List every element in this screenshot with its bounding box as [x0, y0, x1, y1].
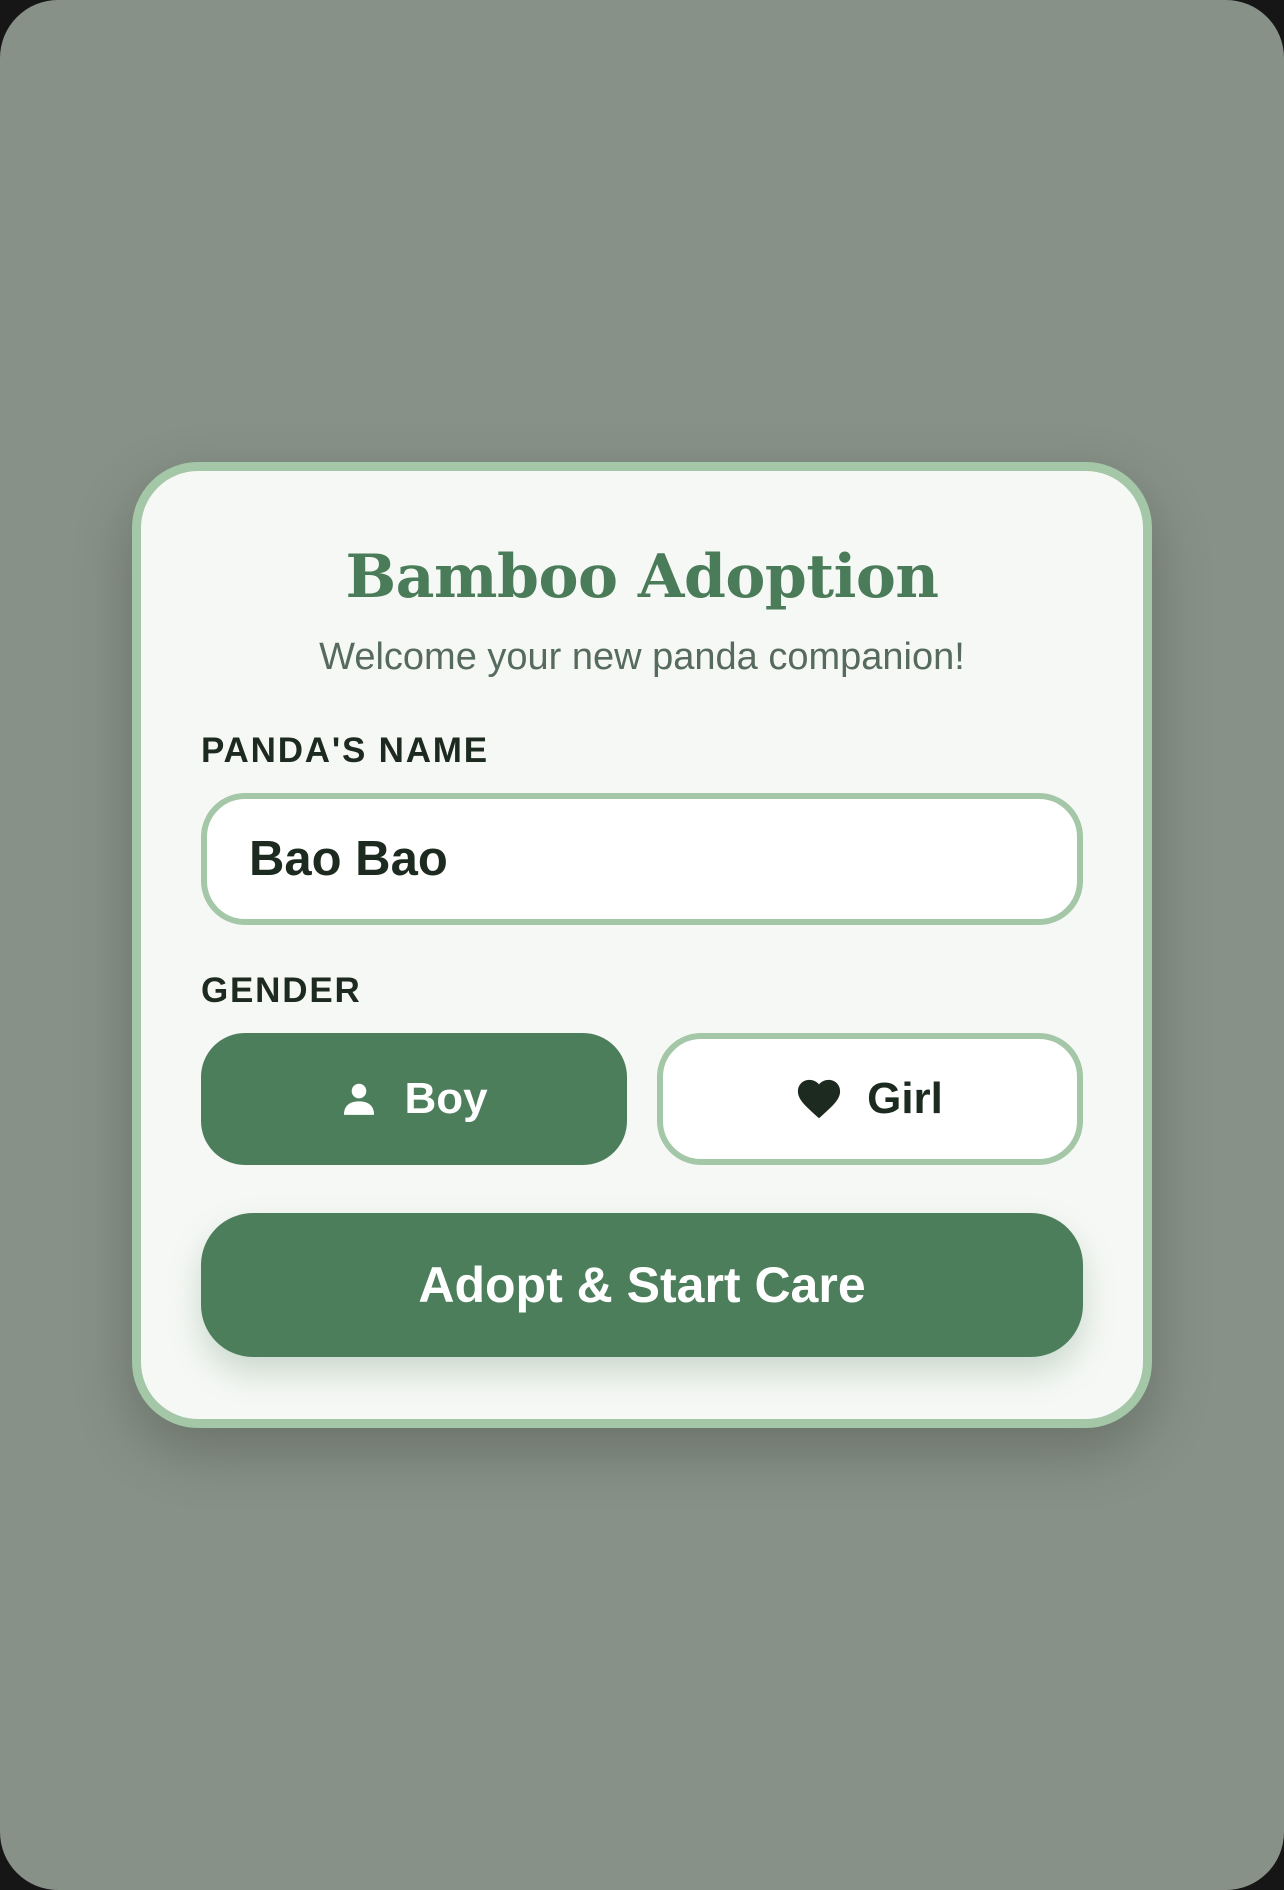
gender-boy-button[interactable]: Boy — [201, 1033, 627, 1165]
name-field-label: PANDA'S NAME — [201, 731, 489, 770]
panda-name-input[interactable] — [201, 793, 1083, 925]
page-subtitle: Welcome your new panda companion! — [319, 636, 965, 678]
adopt-button[interactable]: Adopt & Start Care — [201, 1213, 1083, 1357]
adoption-card: Bamboo Adoption Welcome your new panda c… — [132, 462, 1152, 1428]
device-screen: Bamboo Adoption Welcome your new panda c… — [0, 0, 1284, 1890]
person-icon — [340, 1080, 378, 1118]
gender-field-label: GENDER — [201, 971, 362, 1010]
heart-icon — [797, 1078, 841, 1120]
gender-girl-button[interactable]: Girl — [657, 1033, 1083, 1165]
gender-girl-label: Girl — [867, 1074, 943, 1123]
gender-boy-label: Boy — [404, 1074, 488, 1123]
page-title: Bamboo Adoption — [345, 542, 939, 612]
